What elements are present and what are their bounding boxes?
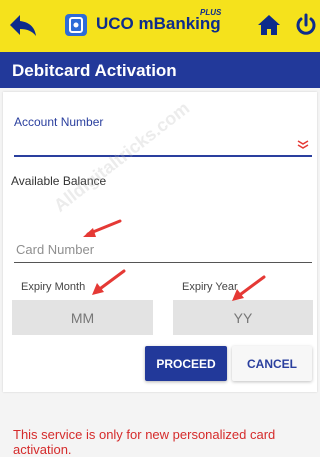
plus-badge: PLUS [200, 8, 222, 17]
expiry-year-input[interactable]: YY [173, 300, 313, 335]
account-number-dropdown-underline[interactable] [14, 155, 312, 157]
page-title: Debitcard Activation [12, 61, 177, 80]
home-icon[interactable] [257, 14, 281, 36]
account-number-label[interactable]: Account Number [14, 115, 103, 129]
annotation-arrow-expiry-year [232, 275, 266, 301]
card-number-underline [14, 262, 312, 263]
back-arrow-icon[interactable] [8, 12, 38, 38]
cancel-button[interactable]: CANCEL [232, 346, 312, 381]
power-icon[interactable] [294, 13, 318, 37]
annotation-arrow-card-number [83, 219, 122, 237]
notice-text: This service is only for new personalize… [13, 427, 276, 457]
card-number-input[interactable]: Card Number [16, 242, 94, 257]
expiry-month-input[interactable]: MM [12, 300, 153, 335]
app-name: UCO mBanking [96, 14, 221, 33]
chevron-down-icon[interactable] [297, 140, 309, 150]
expiry-month-label: Expiry Month [21, 281, 86, 293]
page-header: Debitcard Activation [0, 52, 320, 88]
top-app-bar: UCO mBanking PLUS [0, 0, 320, 52]
annotation-arrow-expiry-month [92, 269, 126, 295]
proceed-button[interactable]: PROCEED [145, 346, 227, 381]
uco-logo-icon [65, 14, 87, 36]
